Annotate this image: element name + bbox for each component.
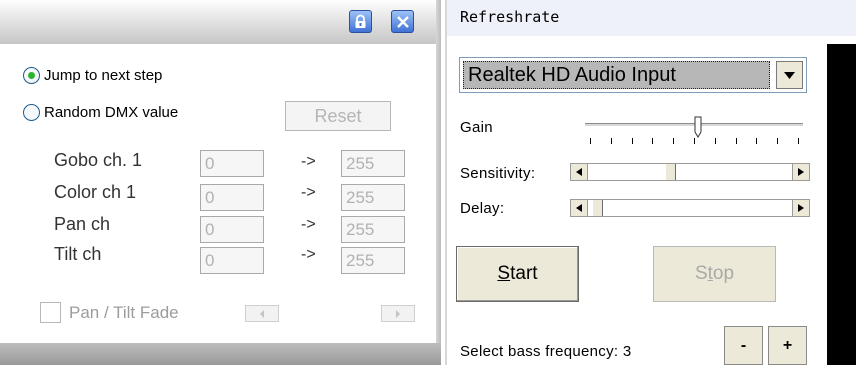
channel-from-field[interactable]: 0 [200, 247, 264, 274]
refreshrate-title: Refreshrate [460, 8, 560, 26]
bass-frequency-label: Select bass frequency: 3 [460, 343, 632, 360]
channel-label: Pan ch [54, 214, 111, 234]
radio-random-dmx-value[interactable]: Random DMX value [23, 104, 178, 121]
gain-tick [714, 138, 716, 144]
gain-tick [590, 138, 591, 144]
channel-to-field[interactable]: 255 [341, 216, 405, 243]
delay-label: Delay: [460, 200, 505, 217]
channel-label: Color ch 1 [54, 182, 137, 202]
chevron-down-icon[interactable] [776, 61, 803, 89]
fade-decrease-button[interactable] [245, 305, 279, 322]
reset-button[interactable]: Reset [285, 101, 391, 131]
gain-tick [610, 138, 612, 144]
gain-tick [673, 138, 675, 144]
chevron-left-icon [260, 309, 264, 318]
channel-arrow: -> [301, 153, 316, 170]
radio-label: Jump to next step [44, 67, 163, 84]
gain-slider-thumb[interactable] [694, 116, 702, 138]
channel-label: Tilt ch [54, 244, 102, 264]
sensitivity-slider[interactable] [570, 163, 810, 181]
sensitivity-label: Sensitivity: [460, 165, 536, 182]
refreshrate-header: Refreshrate [447, 0, 856, 36]
gain-tick [652, 138, 654, 144]
pan-tilt-fade-checkbox[interactable] [40, 302, 61, 323]
lock-icon[interactable] [349, 10, 372, 33]
panel-titlebar [0, 0, 441, 44]
scroll-right-arrow[interactable] [792, 164, 809, 180]
gain-tick [777, 138, 779, 144]
delay-thumb[interactable] [591, 200, 603, 216]
gain-tick [694, 138, 695, 144]
fade-increase-button[interactable] [381, 305, 415, 322]
audio-input-select[interactable]: Realtek HD Audio Input [459, 57, 807, 93]
close-icon[interactable] [391, 10, 414, 33]
channel-to-field[interactable]: 255 [341, 184, 405, 211]
panel-bottom-bar [0, 343, 441, 365]
channel-from-field[interactable]: 0 [200, 216, 264, 243]
gain-tick [631, 138, 633, 144]
gain-tick [798, 138, 799, 144]
audio-settings-panel: Refreshrate Realtek HD Audio Input Gain … [441, 0, 856, 365]
channel-to-field[interactable]: 255 [341, 150, 405, 177]
bass-decrease-button[interactable]: - [724, 326, 763, 365]
radio-label: Random DMX value [44, 104, 179, 121]
radio-button-selected[interactable] [23, 67, 40, 84]
scroll-right-arrow[interactable] [792, 200, 809, 216]
gain-tick [735, 138, 737, 144]
sensitivity-thumb[interactable] [665, 164, 677, 180]
radio-jump-to-next-step[interactable]: Jump to next step [23, 67, 162, 84]
bass-increase-button[interactable]: + [768, 326, 807, 365]
channel-arrow: -> [301, 246, 316, 263]
panel-divider [445, 0, 447, 365]
selected-audio-input: Realtek HD Audio Input [463, 61, 770, 89]
channel-arrow: -> [301, 184, 316, 201]
scroll-left-arrow[interactable] [571, 164, 588, 180]
chevron-right-icon [396, 309, 400, 318]
channel-to-field[interactable]: 255 [341, 247, 405, 274]
pan-tilt-fade-label: Pan / Tilt Fade [69, 303, 179, 322]
channel-arrow: -> [301, 216, 316, 233]
channel-from-field[interactable]: 0 [200, 184, 264, 211]
stop-button[interactable]: St op [653, 246, 776, 302]
channel-from-field[interactable]: 0 [200, 150, 264, 177]
channel-settings-panel: Jump to next step Random DMX value Reset… [0, 0, 441, 365]
gain-label: Gain [460, 119, 493, 136]
channel-label: Gobo ch. 1 [54, 150, 143, 170]
scroll-left-arrow[interactable] [571, 200, 588, 216]
delay-slider[interactable] [570, 199, 810, 217]
start-button[interactable]: Start [456, 246, 579, 302]
radio-button[interactable] [23, 104, 40, 121]
gain-tick [756, 138, 758, 144]
preview-area [827, 44, 856, 365]
